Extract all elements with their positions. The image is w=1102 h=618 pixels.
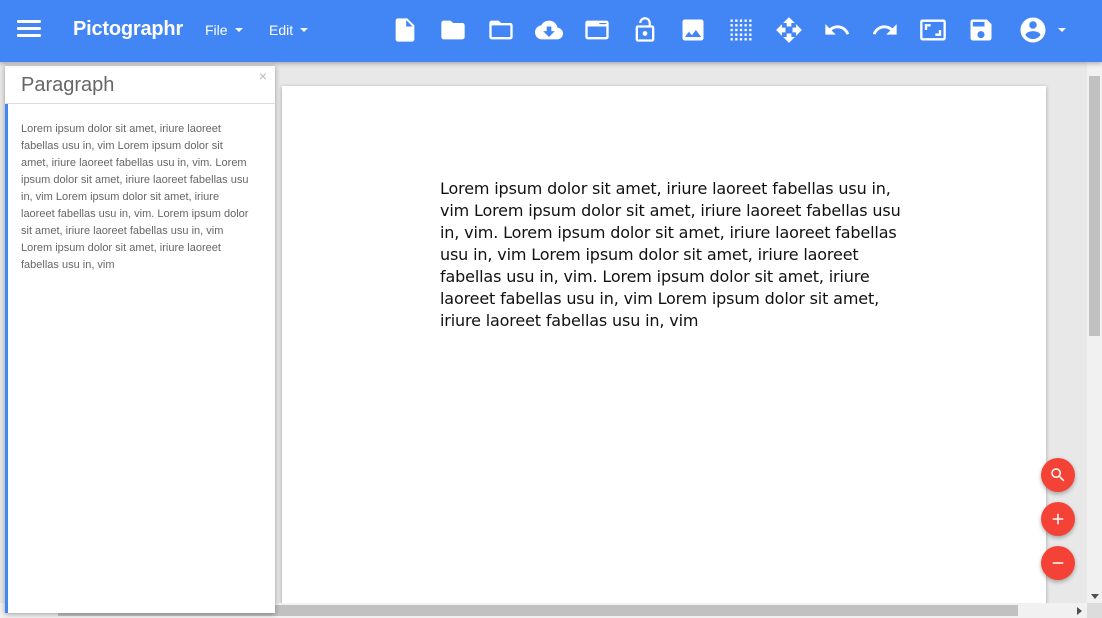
lock-open-icon[interactable] — [628, 13, 662, 47]
app-bar: Pictographr File Edit — [0, 0, 1102, 62]
zoom-out-icon — [1052, 562, 1064, 564]
search-icon — [1051, 468, 1065, 482]
open-folder-icon[interactable] — [436, 13, 470, 47]
folder-icon[interactable] — [484, 13, 518, 47]
vertical-scroll-thumb[interactable] — [1089, 76, 1100, 336]
edit-menu-label: Edit — [269, 22, 294, 38]
edit-menu[interactable]: Edit — [269, 22, 309, 38]
hamburger-menu-icon[interactable] — [14, 17, 44, 45]
close-icon[interactable]: × — [259, 68, 267, 84]
image-icon[interactable] — [676, 13, 710, 47]
paragraph-text-editor[interactable]: Lorem ipsum dolor sit amet, iriure laore… — [21, 121, 249, 274]
canvas-paragraph[interactable]: Lorem ipsum dolor sit amet, iriure laore… — [440, 178, 912, 332]
search-fab[interactable] — [1041, 458, 1075, 492]
scroll-right-arrow-icon[interactable] — [1077, 607, 1082, 615]
panel-body: Lorem ipsum dolor sit amet, iriure laore… — [5, 104, 275, 613]
file-menu[interactable]: File — [205, 22, 243, 38]
undo-icon[interactable] — [820, 13, 854, 47]
new-document-icon[interactable] — [388, 13, 422, 47]
save-icon[interactable] — [964, 13, 998, 47]
panel-title: Paragraph — [21, 74, 115, 96]
cloud-download-icon[interactable] — [532, 13, 566, 47]
fullscreen-icon[interactable] — [916, 13, 950, 47]
chevron-down-icon — [300, 28, 309, 32]
window-icon[interactable] — [580, 13, 614, 47]
scrollbar-corner — [1087, 603, 1102, 618]
move-icon[interactable] — [772, 13, 806, 47]
chevron-down-icon — [1058, 28, 1066, 32]
panel-header: Paragraph × — [5, 66, 275, 104]
account-menu[interactable] — [1018, 13, 1080, 47]
account-circle-icon — [1020, 17, 1046, 43]
vertical-scrollbar[interactable] — [1087, 62, 1102, 603]
zoom-in-fab[interactable] — [1041, 502, 1075, 536]
chevron-down-icon — [234, 28, 243, 32]
zoom-in-icon — [1052, 513, 1064, 525]
zoom-out-fab[interactable] — [1041, 546, 1075, 580]
canvas-page[interactable]: Lorem ipsum dolor sit amet, iriure laore… — [282, 86, 1046, 603]
app-title: Pictographr — [73, 18, 184, 40]
file-menu-label: File — [205, 22, 228, 38]
grid-icon[interactable] — [724, 13, 758, 47]
scroll-down-arrow-icon[interactable] — [1091, 594, 1099, 599]
redo-icon[interactable] — [868, 13, 902, 47]
paragraph-panel: Paragraph × Lorem ipsum dolor sit amet, … — [5, 66, 275, 613]
